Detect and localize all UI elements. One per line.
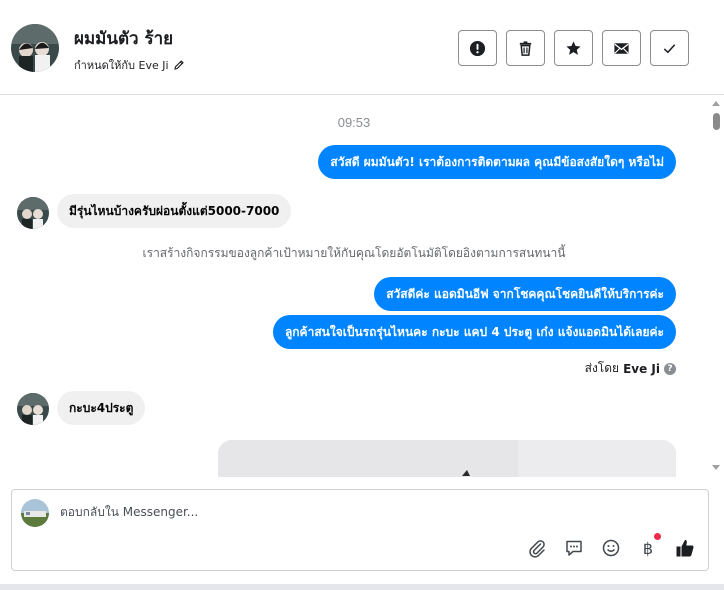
envelope-icon bbox=[614, 42, 629, 54]
alert-icon bbox=[469, 40, 486, 56]
reply-composer: ฿ bbox=[11, 489, 709, 571]
star-icon bbox=[566, 40, 581, 55]
image-attachment[interactable] bbox=[218, 440, 676, 477]
page-avatar bbox=[21, 499, 49, 527]
contact-name: ผมมันตัว ร้าย bbox=[74, 29, 174, 49]
chat-bubble-icon bbox=[566, 540, 582, 556]
conversation-header: ผมมันตัว ร้าย กำหนดให้กับ Eve Ji bbox=[0, 0, 724, 95]
scroll-down-icon[interactable] bbox=[712, 465, 720, 470]
check-icon bbox=[663, 43, 676, 53]
assignee-label[interactable]: กำหนดให้กับ Eve Ji bbox=[74, 56, 185, 74]
sent-by-name: Eve Ji bbox=[623, 361, 660, 376]
emoji-button[interactable] bbox=[600, 537, 622, 559]
attach-button[interactable] bbox=[526, 537, 548, 559]
sent-by-label: ส่งโดย Eve Ji ? bbox=[585, 359, 676, 378]
sender-avatar bbox=[17, 197, 49, 229]
reply-input[interactable] bbox=[60, 505, 580, 519]
pencil-icon[interactable] bbox=[173, 59, 185, 71]
delete-button[interactable] bbox=[506, 30, 545, 66]
message-timestamp: 09:53 bbox=[337, 115, 371, 130]
baht-icon: ฿ bbox=[642, 538, 654, 558]
message-thread[interactable]: 09:53 สวัสดี ผมมันตัว! เราต้องการติดตามผ… bbox=[0, 96, 708, 477]
assignee-text: กำหนดให้กับ Eve Ji bbox=[74, 59, 169, 72]
trash-icon bbox=[519, 40, 532, 56]
system-note: เราสร้างกิจกรรมของลูกค้าเป้าหมายให้กับคุ… bbox=[142, 246, 566, 260]
scroll-thumb[interactable] bbox=[713, 113, 720, 130]
thread-scrollbar[interactable] bbox=[708, 96, 724, 477]
avatar[interactable] bbox=[11, 24, 59, 72]
thumbs-up-icon bbox=[676, 540, 694, 557]
sender-avatar bbox=[17, 393, 49, 425]
header-actions bbox=[458, 30, 689, 66]
incoming-message[interactable]: มีรุ่นไหนบ้างครับผ่อนตั้งแต่5000-7000 bbox=[57, 194, 292, 228]
payment-button[interactable]: ฿ bbox=[637, 533, 661, 559]
outgoing-message[interactable]: ลูกค้าสนใจเป็นรถรุ่นไหนคะ กะบะ แคป 4 ประ… bbox=[272, 315, 676, 349]
mark-done-button[interactable] bbox=[650, 30, 689, 66]
notification-dot bbox=[654, 533, 661, 540]
incoming-message[interactable]: กะบะ4ประตู bbox=[57, 391, 146, 425]
composer-tools: ฿ bbox=[526, 533, 696, 559]
help-icon[interactable]: ? bbox=[664, 362, 676, 375]
emoji-icon bbox=[602, 539, 620, 557]
star-button[interactable] bbox=[554, 30, 593, 66]
outgoing-message[interactable]: สวัสดีค่ะ แอดมินอีฟ จากโชคคุณโชคยินดีให้… bbox=[374, 277, 676, 311]
scroll-up-icon[interactable] bbox=[712, 101, 720, 106]
outgoing-message[interactable]: สวัสดี ผมมันตัว! เราต้องการติดตามผล คุณม… bbox=[318, 145, 676, 179]
like-button[interactable] bbox=[674, 537, 696, 559]
mark-unread-button[interactable] bbox=[602, 30, 641, 66]
spam-button[interactable] bbox=[458, 30, 497, 66]
messenger-panel: ผมมันตัว ร้าย กำหนดให้กับ Eve Ji 09:53 ส… bbox=[0, 0, 724, 590]
saved-replies-button[interactable] bbox=[563, 537, 585, 559]
sent-by-prefix: ส่งโดย bbox=[584, 361, 620, 375]
paperclip-icon bbox=[529, 540, 545, 558]
